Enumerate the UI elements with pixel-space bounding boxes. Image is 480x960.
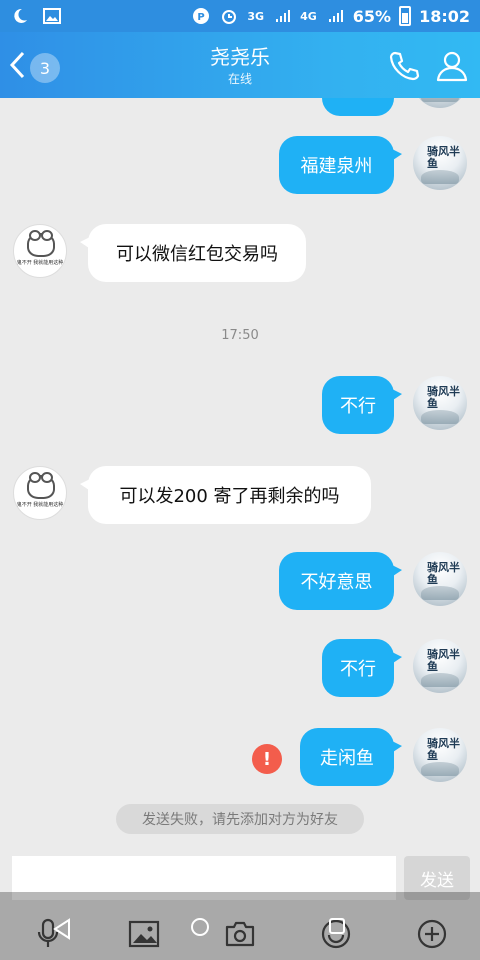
battery-icon (399, 6, 412, 26)
image-icon (128, 920, 160, 948)
emoji-button[interactable] (316, 914, 356, 954)
network-type-1: 3G (247, 9, 265, 23)
message-bubble-outgoing[interactable]: 不好意思 (279, 552, 402, 610)
message-bubble-outgoing[interactable]: 走闲鱼 (300, 728, 402, 786)
clock: 18:02 (419, 6, 470, 26)
message-bubble-outgoing[interactable]: 不行 (322, 639, 402, 697)
call-button[interactable] (386, 48, 422, 84)
system-notice: 发送失败，请先添加对方为好友 (116, 804, 364, 834)
network-type-2: 4G (300, 9, 317, 23)
phone-icon (389, 51, 420, 81)
input-bar: 发送 (0, 850, 480, 906)
send-button[interactable]: 发送 (404, 856, 470, 900)
location-icon: P (191, 7, 211, 25)
plus-circle-icon (417, 919, 447, 949)
hamster-icon (27, 230, 55, 257)
message-input[interactable] (12, 856, 396, 900)
battery-percent: 65% (352, 6, 392, 26)
chat-toolbar (0, 906, 480, 960)
my-avatar[interactable]: 骑风半鱼 (413, 728, 467, 782)
message-bubble-outgoing[interactable]: 不行 (322, 376, 402, 434)
message-bubble-outgoing[interactable]: 福建泉州 (279, 136, 402, 194)
chat-header: 3 尧尧乐 在线 (0, 32, 480, 98)
signal-icon (272, 7, 292, 25)
message-timestamp: 17:50 (221, 328, 259, 343)
camera-button[interactable] (220, 914, 260, 954)
message-bubble-partial[interactable] (322, 98, 394, 116)
emoji-icon (321, 919, 351, 949)
my-avatar[interactable]: 骑风半鱼 (413, 639, 467, 693)
svg-text:P: P (198, 12, 205, 23)
message-bubble-incoming[interactable]: 可以发200 寄了再剩余的吗 (80, 466, 371, 524)
alarm-icon (219, 7, 239, 25)
gallery-button[interactable] (124, 914, 164, 954)
contact-avatar[interactable]: 鬼不开 我就能用这种 (13, 224, 67, 278)
more-button[interactable] (412, 914, 452, 954)
image-icon (42, 7, 62, 25)
camera-icon (225, 921, 255, 947)
user-icon (436, 51, 468, 82)
status-bar: P 3G 4G 65% 18:02 (0, 0, 480, 32)
hamster-icon (27, 472, 55, 499)
my-avatar[interactable]: 骑风半鱼 (413, 552, 467, 606)
message-list[interactable]: 福建泉州 骑风半鱼 鬼不开 我就能用这种 可以微信红包交易吗 17:50 不行 … (0, 98, 480, 850)
message-bubble-incoming[interactable]: 可以微信红包交易吗 (80, 224, 306, 282)
my-avatar[interactable]: 骑风半鱼 (413, 136, 467, 190)
my-avatar[interactable]: 骑风半鱼 (413, 376, 467, 430)
microphone-icon (37, 918, 59, 947)
signal-icon-2 (325, 7, 345, 25)
profile-button[interactable] (434, 48, 470, 84)
contact-avatar[interactable]: 鬼不开 我就能用这种 (13, 466, 67, 520)
voice-button[interactable] (28, 914, 68, 954)
moon-icon (10, 7, 30, 25)
my-avatar[interactable] (413, 98, 467, 108)
send-failed-icon[interactable]: ! (252, 744, 282, 774)
